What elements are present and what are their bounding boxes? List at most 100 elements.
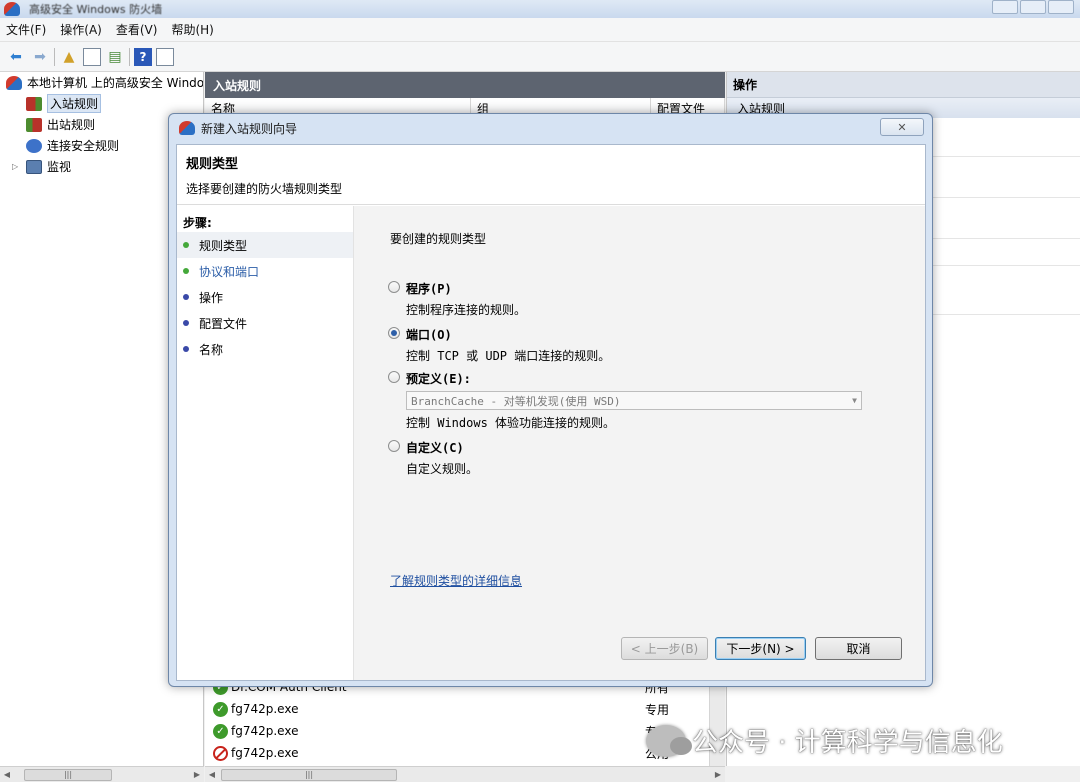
tree-item-inbound-rules[interactable]: 入站规则 (0, 93, 203, 114)
predefined-select-value: BranchCache - 对等机发现(使用 WSD) (411, 394, 621, 408)
step-dot-icon (183, 242, 189, 248)
show-tree-icon[interactable] (83, 47, 101, 66)
next-button[interactable]: 下一步(N) > (715, 637, 806, 660)
step-protocol-ports[interactable]: 协议和端口 (177, 258, 353, 284)
option-label: 预定义(E): (406, 372, 471, 386)
menu-file[interactable]: 文件(F) (6, 21, 46, 38)
help-icon[interactable]: ? (134, 47, 152, 66)
step-dot-icon (183, 268, 189, 274)
table-row[interactable]: fg742p.exe 公用 (205, 742, 715, 764)
menu-action[interactable]: 操作(A) (60, 21, 102, 38)
option-description: 自定义规则。 (406, 462, 479, 476)
dialog-titlebar: 新建入站规则向导 (169, 114, 932, 142)
step-label: 协议和端口 (199, 264, 260, 279)
new-inbound-rule-wizard: 新建入站规则向导 ✕ 规则类型 选择要创建的防火墙规则类型 步骤: 规则类型 协… (168, 113, 933, 687)
steps-title: 步骤: (183, 216, 212, 230)
scroll-left-arrow-icon[interactable]: ◀ (0, 770, 14, 779)
step-dot-icon (183, 320, 189, 326)
step-dot-icon (183, 346, 189, 352)
back-arrow-icon[interactable]: ⬅ (6, 47, 26, 67)
block-icon (213, 745, 228, 761)
option-custom[interactable]: 自定义(C) 自定义规则。 (388, 439, 478, 477)
tree-item-label: 出站规则 (47, 118, 96, 132)
step-label: 操作 (199, 290, 224, 305)
step-dot-icon (183, 294, 189, 300)
step-label: 规则类型 (199, 238, 248, 253)
window-controls (992, 0, 1074, 14)
step-label: 配置文件 (199, 316, 248, 331)
rule-name: fg742p.exe (231, 746, 299, 760)
tree-item-label: 连接安全规则 (47, 139, 120, 153)
chevron-down-icon[interactable]: ▼ (852, 396, 857, 405)
rules-horizontal-scrollbar[interactable]: ◀ ||| ▶ (205, 766, 725, 782)
rules-pane-title: 入站规则 (205, 72, 725, 98)
scroll-left-arrow-icon[interactable]: ◀ (205, 770, 219, 779)
cancel-button[interactable]: 取消 (815, 637, 902, 660)
tree-item-label: 监视 (47, 160, 72, 174)
toolbar: ⬅ ➡ ▲ ▤ ? (0, 42, 1080, 72)
rule-name: fg742p.exe (231, 724, 299, 738)
learn-more-link[interactable]: 了解规则类型的详细信息 (390, 572, 522, 589)
dialog-subheading: 选择要创建的防火墙规则类型 (186, 182, 343, 196)
dialog-header: 规则类型 选择要创建的防火墙规则类型 (177, 145, 925, 205)
option-port[interactable]: 端口(O) 控制 TCP 或 UDP 端口连接的规则。 (388, 326, 610, 364)
back-button[interactable]: < 上一步(B) (621, 637, 708, 660)
radio-custom[interactable] (388, 440, 400, 452)
rule-type-question: 要创建的规则类型 (390, 232, 487, 246)
window-titlebar: 高级安全 Windows 防火墙 (0, 0, 1080, 18)
menu-view[interactable]: 查看(V) (116, 21, 158, 38)
menu-help[interactable]: 帮助(H) (171, 21, 213, 38)
scroll-right-arrow-icon[interactable]: ▶ (190, 770, 204, 779)
tree-root-label: 本地计算机 上的高级安全 Windows 防火墙 (27, 76, 203, 90)
option-label: 端口(O) (406, 328, 452, 342)
expand-arrow-icon[interactable]: ▷ (12, 162, 24, 171)
up-folder-icon[interactable]: ▲ (59, 47, 79, 67)
dialog-heading: 规则类型 (186, 157, 239, 172)
tree-item-label: 入站规则 (47, 94, 102, 113)
close-window-button[interactable] (1048, 0, 1074, 14)
predefined-select[interactable]: BranchCache - 对等机发现(使用 WSD) ▼ (406, 391, 862, 410)
tree-horizontal-scrollbar[interactable]: ◀ ||| ▶ (0, 766, 204, 782)
dialog-title: 新建入站规则向导 (201, 121, 298, 136)
firewall-icon (6, 75, 22, 90)
wizard-content: 要创建的规则类型 程序(P) 控制程序连接的规则。 端口(O) 控制 TCP 或… (353, 206, 925, 680)
window-title: 高级安全 Windows 防火墙 (29, 3, 163, 16)
firewall-icon (179, 121, 195, 135)
forward-arrow-icon[interactable]: ➡ (30, 47, 50, 67)
dialog-close-button[interactable]: ✕ (880, 118, 924, 136)
option-label: 自定义(C) (406, 441, 464, 455)
connection-security-icon (26, 138, 42, 153)
option-program[interactable]: 程序(P) 控制程序连接的规则。 (388, 280, 526, 318)
rule-name: fg742p.exe (231, 702, 299, 716)
option-label: 程序(P) (406, 282, 452, 296)
step-action: 操作 (177, 284, 353, 310)
inbound-rules-icon (26, 96, 42, 111)
step-label: 名称 (199, 342, 224, 357)
radio-program[interactable] (388, 281, 400, 293)
tree-root[interactable]: 本地计算机 上的高级安全 Windows 防火墙 (0, 72, 203, 93)
menu-bar: 文件(F) 操作(A) 查看(V) 帮助(H) (0, 18, 1080, 42)
dialog-body: 规则类型 选择要创建的防火墙规则类型 步骤: 规则类型 协议和端口 操作 配置文… (176, 144, 926, 681)
maximize-button[interactable] (1020, 0, 1046, 14)
scroll-right-arrow-icon[interactable]: ▶ (711, 770, 725, 779)
table-row[interactable]: ✓fg742p.exe 专用 (205, 720, 715, 742)
step-profile: 配置文件 (177, 310, 353, 336)
table-row[interactable]: ✓fg742p.exe 专用 (205, 698, 715, 720)
radio-predefined[interactable] (388, 371, 400, 383)
outbound-rules-icon (26, 117, 42, 132)
scroll-thumb[interactable]: ||| (24, 768, 112, 781)
option-predefined[interactable]: 预定义(E): BranchCache - 对等机发现(使用 WSD) ▼ 控制… (388, 370, 862, 431)
rule-profile: 专用 (645, 702, 670, 717)
watermark-text: 公众号 · 计算科学与信息化 (692, 728, 1003, 758)
action-pane-icon[interactable] (156, 47, 174, 66)
export-icon[interactable]: ▤ (105, 47, 125, 67)
radio-port[interactable] (388, 327, 400, 339)
wechat-icon (646, 724, 692, 757)
step-rule-type: 规则类型 (177, 232, 353, 258)
scroll-thumb[interactable]: ||| (221, 768, 397, 781)
wizard-steps: 步骤: 规则类型 协议和端口 操作 配置文件 名称 (177, 206, 353, 680)
option-description: 控制 Windows 体验功能连接的规则。 (406, 416, 616, 430)
rules-list: ✓ Dr.COM Auth Client 所有 ✓ fg742p.exe 专用 ✓ f… (205, 676, 715, 764)
firewall-icon (4, 2, 20, 16)
minimize-button[interactable] (992, 0, 1018, 14)
